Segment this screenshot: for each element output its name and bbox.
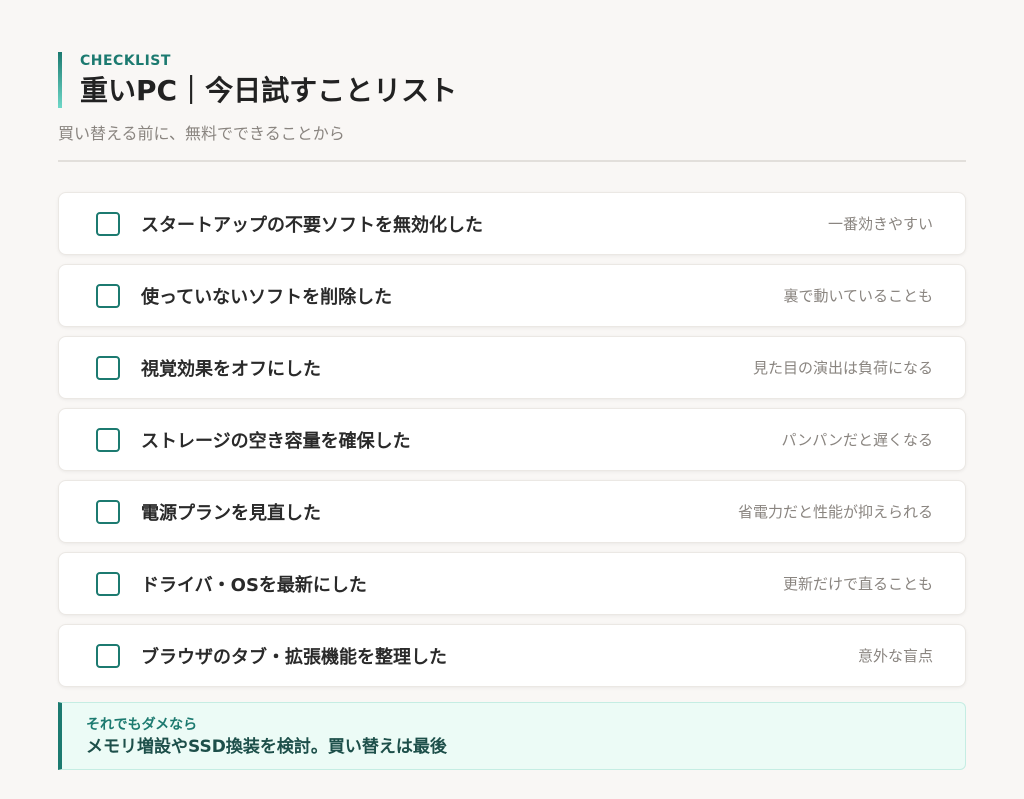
checklist-item[interactable]: ストレージの空き容量を確保した パンパンだと遅くなる [58, 408, 966, 471]
checklist-item-label: 電源プランを見直した [141, 502, 321, 524]
checklist-item-note: 裏で動いていることも [783, 287, 933, 305]
checklist-item[interactable]: ブラウザのタブ・拡張機能を整理した 意外な盲点 [58, 624, 966, 687]
page-title: 重いPC｜今日試すことリスト [80, 74, 458, 107]
header: CHECKLIST 重いPC｜今日試すことリスト [58, 52, 457, 108]
checklist-item[interactable]: 視覚効果をオフにした 見た目の演出は負荷になる [58, 336, 966, 399]
divider [58, 160, 966, 162]
checklist-item[interactable]: ドライバ・OSを最新にした 更新だけで直ることも [58, 552, 966, 615]
checklist-item[interactable]: 電源プランを見直した 省電力だと性能が抑えられる [58, 480, 966, 543]
checklist-item-label: 使っていないソフトを削除した [141, 286, 393, 308]
checklist-item-label: ストレージの空き容量を確保した [141, 430, 411, 452]
callout-body: メモリ増設やSSD換装を検討。買い替えは最後 [86, 737, 447, 757]
checklist-item-label: 視覚効果をオフにした [141, 358, 321, 380]
checklist-item-note: 省電力だと性能が抑えられる [737, 503, 933, 521]
checklist-item[interactable]: スタートアップの不要ソフトを無効化した 一番効きやすい [58, 192, 966, 255]
checkbox[interactable] [96, 571, 120, 596]
checklist-item-label: スタートアップの不要ソフトを無効化した [141, 214, 483, 236]
checklist-item-label: ドライバ・OSを最新にした [141, 574, 367, 596]
checklist-item-note: 意外な盲点 [857, 647, 933, 665]
callout-title: それでもダメなら [86, 717, 198, 733]
checklist-item-note: 更新だけで直ることも [782, 575, 933, 593]
eyebrow-label: CHECKLIST [80, 53, 171, 69]
checkbox[interactable] [96, 499, 120, 524]
checklist: スタートアップの不要ソフトを無効化した 一番効きやすい 使っていないソフトを削除… [58, 192, 966, 696]
checkbox[interactable] [96, 211, 120, 236]
checklist-item-note: 一番効きやすい [827, 215, 933, 233]
callout-box: それでもダメなら メモリ増設やSSD換装を検討。買い替えは最後 [58, 702, 966, 770]
checklist-item-label: ブラウザのタブ・拡張機能を整理した [141, 646, 447, 668]
page-subtitle: 買い替える前に、無料でできることから [58, 124, 345, 143]
checklist-item[interactable]: 使っていないソフトを削除した 裏で動いていることも [58, 264, 966, 327]
checkbox[interactable] [96, 427, 120, 452]
checkbox[interactable] [96, 355, 120, 380]
checklist-item-note: 見た目の演出は負荷になる [752, 359, 933, 377]
checkbox[interactable] [96, 283, 120, 308]
checklist-item-note: パンパンだと遅くなる [781, 431, 933, 449]
checkbox[interactable] [96, 643, 120, 668]
